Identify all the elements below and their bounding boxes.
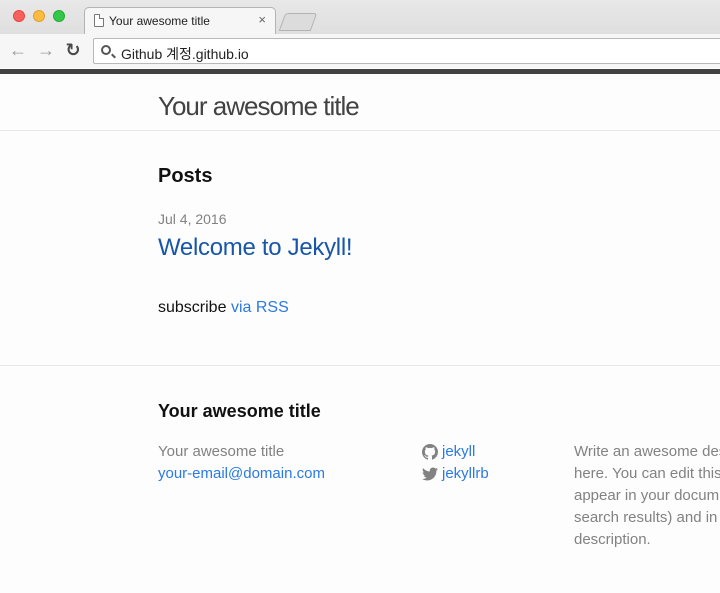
browser-toolbar: ← → ↻ Github 계정.github.io bbox=[0, 34, 720, 68]
footer-social: jekyll jekyllrb bbox=[422, 441, 489, 485]
site-footer: Your awesome title Your awesome title yo… bbox=[0, 365, 720, 593]
page-content: Posts Jul 4, 2016 Welcome to Jekyll! sub… bbox=[0, 131, 720, 366]
description-line: appear in your docum bbox=[574, 487, 720, 504]
browser-tab-active[interactable]: Your awesome title × bbox=[84, 7, 276, 34]
tab-strip: Your awesome title × bbox=[0, 0, 720, 34]
post-date: Jul 4, 2016 bbox=[158, 211, 227, 227]
twitter-icon bbox=[422, 467, 438, 481]
subscribe-text: subscribe bbox=[158, 299, 227, 316]
site-title-link[interactable]: Your awesome title bbox=[158, 91, 360, 122]
post-title-link[interactable]: Welcome to Jekyll! bbox=[158, 234, 353, 262]
arrow-right-icon[interactable]: → bbox=[36, 40, 56, 60]
description-line: search results) and in bbox=[574, 509, 718, 526]
twitter-link[interactable]: jekyllrb bbox=[442, 463, 489, 485]
address-bar-url[interactable]: Github 계정.github.io bbox=[121, 44, 249, 64]
rss-subscribe: subscribe via RSS bbox=[158, 299, 289, 317]
close-window-button[interactable] bbox=[13, 10, 25, 22]
social-twitter: jekyllrb bbox=[422, 463, 489, 485]
github-link[interactable]: jekyll bbox=[442, 441, 475, 463]
tab-close-icon[interactable]: × bbox=[258, 13, 266, 27]
browser-chrome: Your awesome title × ← → ↻ Github 계정.git… bbox=[0, 0, 720, 68]
search-icon bbox=[101, 45, 111, 55]
site-header: Your awesome title bbox=[0, 69, 720, 131]
rss-link[interactable]: via RSS bbox=[231, 299, 289, 316]
maximize-window-button[interactable] bbox=[53, 10, 65, 22]
reload-icon[interactable]: ↻ bbox=[63, 40, 83, 60]
new-tab-button[interactable] bbox=[278, 13, 318, 31]
footer-name: Your awesome title bbox=[158, 443, 285, 460]
document-icon bbox=[94, 14, 104, 27]
address-bar[interactable]: Github 계정.github.io bbox=[93, 38, 720, 64]
github-icon bbox=[422, 444, 438, 460]
footer-description: Write an awesome des here. You can edit … bbox=[574, 441, 720, 591]
description-line: description. bbox=[574, 531, 651, 548]
minimize-window-button[interactable] bbox=[33, 10, 45, 22]
description-line: here. You can edit this bbox=[574, 465, 720, 482]
arrow-left-icon[interactable]: ← bbox=[8, 40, 28, 60]
page-heading: Posts bbox=[158, 165, 213, 187]
tab-title: Your awesome title bbox=[109, 14, 210, 28]
description-line: Write an awesome des bbox=[574, 443, 720, 460]
footer-email-link[interactable]: your-email@domain.com bbox=[158, 463, 325, 485]
social-github: jekyll bbox=[422, 441, 489, 463]
footer-heading: Your awesome title bbox=[158, 401, 321, 421]
footer-contact: Your awesome title your-email@domain.com bbox=[158, 441, 325, 485]
